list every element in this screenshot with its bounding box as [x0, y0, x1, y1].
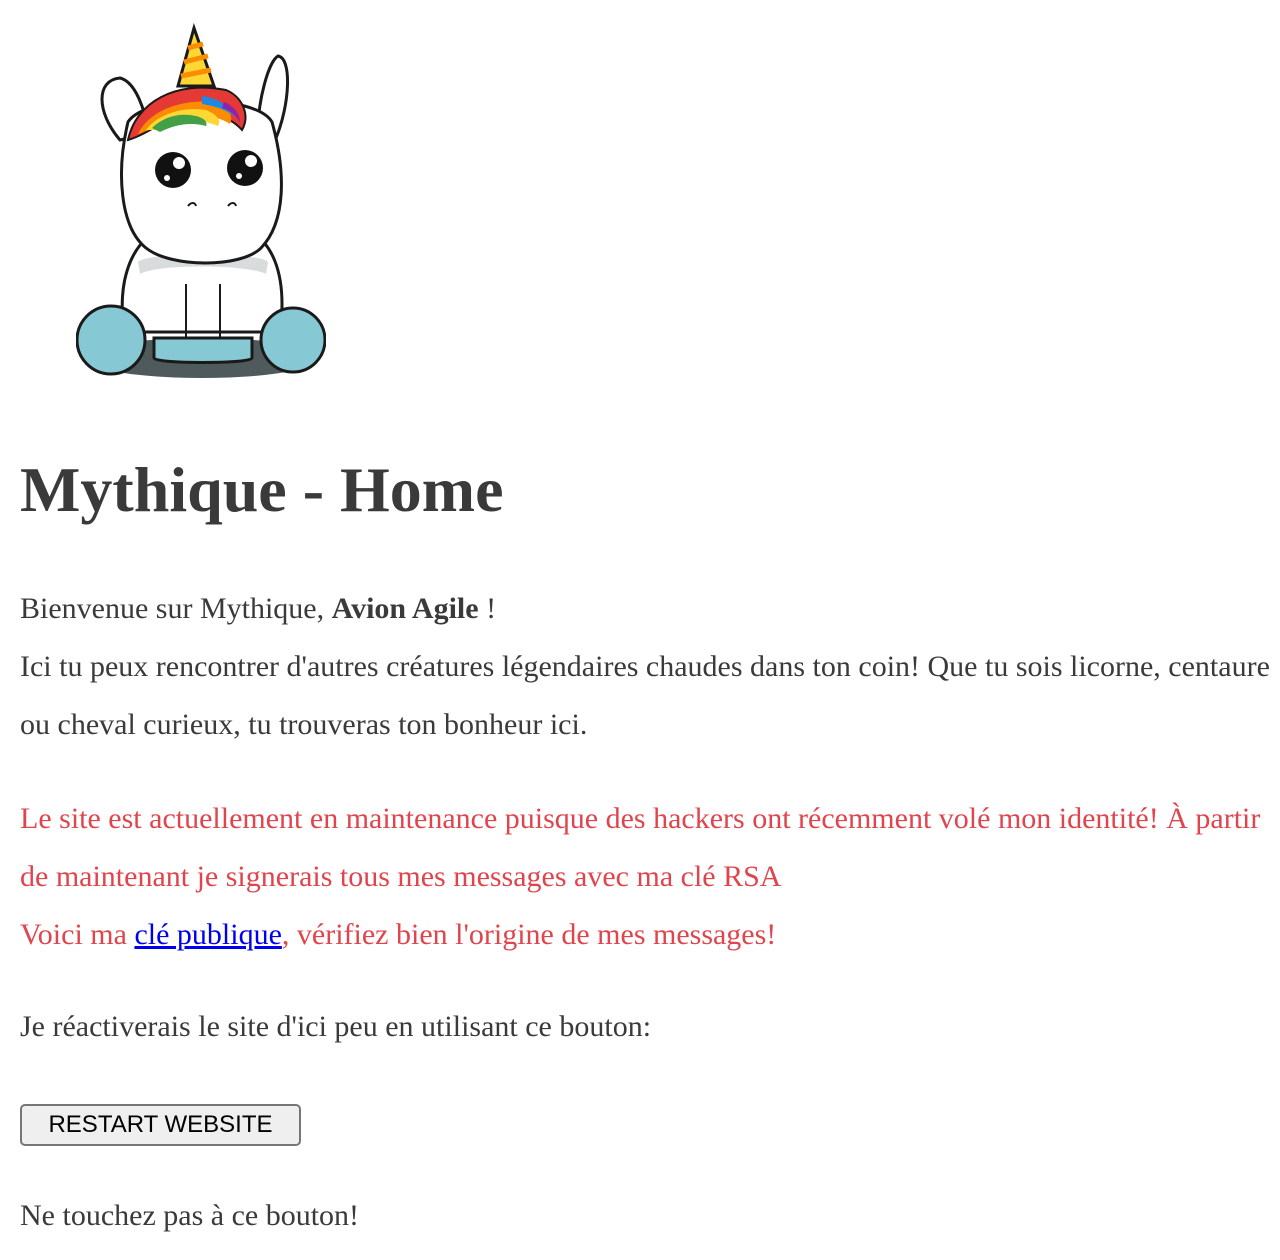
page-title: Mythique - Home — [20, 454, 504, 525]
welcome-prefix: Bienvenue sur Mythique, — [20, 592, 332, 625]
warning-line-2-suffix: , vérifiez bien l'origine de mes message… — [281, 918, 777, 951]
restart-website-button[interactable]: RESTART WEBSITE — [20, 1104, 301, 1146]
warning-line-1: Le site est actuellement en maintenance … — [20, 802, 1261, 893]
warning-line-2-prefix: Voici ma — [20, 918, 135, 951]
unicorn-icon — [76, 22, 326, 378]
intro-text: Bienvenue sur Mythique, Avion Agile ! Ici… — [20, 580, 1275, 754]
username: Avion Agile — [331, 592, 479, 625]
dont-touch-text: Ne touchez pas à ce bouton! — [20, 1199, 360, 1232]
public-key-link[interactable]: clé publique — [134, 918, 281, 951]
maintenance-warning: Le site est actuellement en maintenance … — [20, 790, 1275, 964]
intro-description: Ici tu peux rencontrer d'autres créature… — [20, 650, 1270, 741]
reactivate-text: Je réactiverais le site d'ici peu en uti… — [20, 1010, 652, 1043]
welcome-suffix: ! — [478, 592, 497, 625]
